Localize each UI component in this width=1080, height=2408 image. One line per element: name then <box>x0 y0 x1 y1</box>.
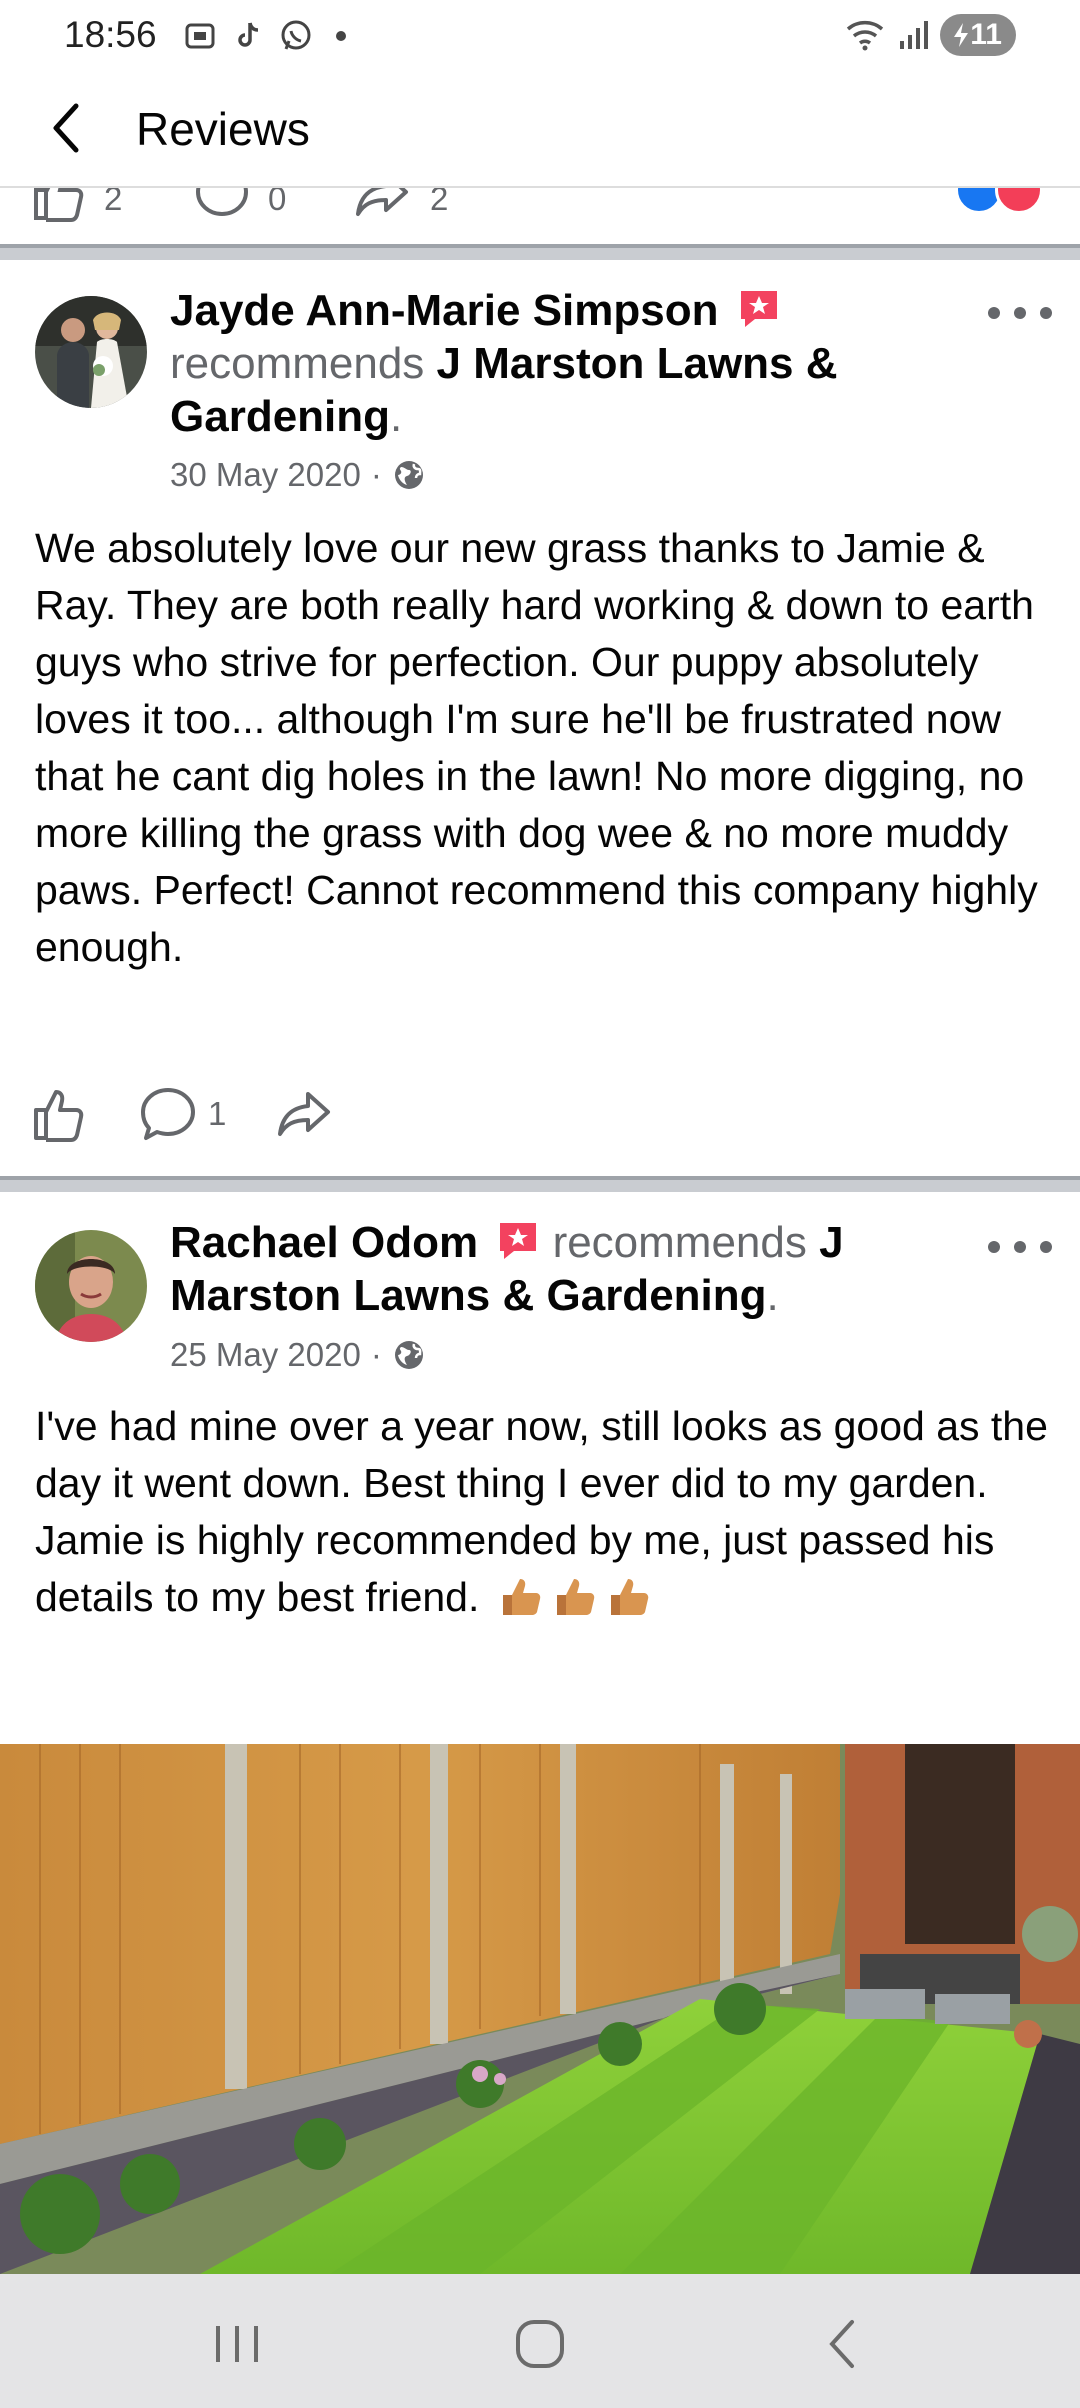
post-photo[interactable] <box>0 1744 1080 2274</box>
dot-icon <box>1040 307 1052 319</box>
post-separator <box>0 244 1080 260</box>
review-text-line: I've had mine over a year now, still loo… <box>35 1403 1048 1506</box>
dot-icon <box>988 307 1000 319</box>
like-icon <box>34 1090 84 1142</box>
post-meta: 25 May 2020 · <box>170 1336 426 1374</box>
more-options-button[interactable] <box>988 298 1052 328</box>
author-name[interactable]: Rachael Odom <box>170 1218 478 1267</box>
meta-separator: · <box>370 456 382 493</box>
comment-icon <box>141 1088 195 1140</box>
period: . <box>390 392 403 441</box>
comment-count: 0 <box>268 188 287 217</box>
dot-icon <box>1014 307 1026 319</box>
signal-icon <box>900 21 929 49</box>
more-notifications-dot <box>336 31 346 41</box>
dot-icon <box>1040 1241 1052 1253</box>
previous-post-actions: 2 0 2 <box>0 188 1080 244</box>
post-header: Jayde Ann-Marie Simpson recommends J Mar… <box>170 284 960 443</box>
avatar-photo <box>35 1230 147 1342</box>
like-button[interactable] <box>30 1084 90 1144</box>
share-button[interactable] <box>274 1084 334 1144</box>
share-icon <box>278 1092 331 1136</box>
notification-icons <box>182 18 346 54</box>
thumbs-up-emoji-icon <box>556 1579 595 1615</box>
like-icon[interactable] <box>30 188 90 224</box>
author-name[interactable]: Jayde Ann-Marie Simpson <box>170 286 719 335</box>
share-count: 2 <box>430 188 449 217</box>
post-separator <box>0 1176 1080 1192</box>
page-title: Reviews <box>136 103 310 155</box>
charging-icon <box>954 23 969 47</box>
dot-icon <box>1014 1241 1026 1253</box>
status-right: 11 <box>844 14 1016 56</box>
recommendation-badge-icon <box>740 291 777 327</box>
avatar-photo <box>35 296 147 408</box>
system-nav-bar <box>0 2274 1080 2408</box>
comment-count: 1 <box>208 1095 227 1132</box>
dot-icon <box>988 1241 1000 1253</box>
review-text: I've had mine over a year now, still loo… <box>35 1398 1055 1626</box>
comment-icon[interactable] <box>192 188 252 224</box>
whatsapp-icon <box>281 20 311 50</box>
back-arrow-icon[interactable] <box>40 98 100 158</box>
post-date[interactable]: 25 May 2020 <box>170 1336 361 1374</box>
battery-icon: 11 <box>940 14 1016 56</box>
post-actions: 1 <box>30 1084 382 1144</box>
comment-button[interactable]: 1 <box>138 1084 226 1144</box>
review-post: Rachael Odom recommends J Marston Lawns … <box>0 1192 1080 1744</box>
love-reaction-icon <box>995 188 1043 214</box>
review-post: Jayde Ann-Marie Simpson recommends J Mar… <box>0 260 1080 1180</box>
globe-icon <box>394 1341 423 1369</box>
home-icon[interactable] <box>505 2314 575 2374</box>
battery-level: 11 <box>970 18 1002 51</box>
share-icon[interactable] <box>352 188 412 224</box>
status-bar: 18:56 11 <box>0 0 1080 72</box>
post-meta: 30 May 2020 · <box>170 456 426 494</box>
app-header: Reviews <box>0 72 1080 188</box>
recommends-text: recommends <box>552 1218 807 1267</box>
review-text-line-end: Jamie is highly recommended by me, just … <box>35 1512 1055 1626</box>
period: . <box>766 1271 779 1320</box>
review-text: We absolutely love our new grass thanks … <box>35 525 1038 970</box>
post-header: Rachael Odom recommends J Marston Lawns … <box>170 1216 960 1322</box>
post-date[interactable]: 30 May 2020 <box>170 456 361 494</box>
meta-separator: · <box>370 1336 382 1373</box>
more-options-button[interactable] <box>988 1232 1052 1262</box>
recommends-text: recommends <box>170 339 425 388</box>
wifi-icon <box>847 21 884 51</box>
globe-icon <box>394 461 423 489</box>
back-icon[interactable] <box>808 2314 878 2374</box>
thumbs-up-emoji-icon <box>502 1579 541 1615</box>
like-count: 2 <box>104 188 123 217</box>
avatar[interactable] <box>35 296 147 408</box>
recent-apps-icon[interactable] <box>202 2314 272 2374</box>
thumbs-up-emoji-icon <box>610 1579 649 1615</box>
avatar[interactable] <box>35 1230 147 1342</box>
garden-lawn-image <box>0 1744 1080 2274</box>
status-time: 18:56 <box>64 14 157 55</box>
screenshot-icon <box>185 23 215 49</box>
recommendation-badge-icon <box>500 1223 537 1259</box>
tiktok-icon <box>238 22 259 47</box>
